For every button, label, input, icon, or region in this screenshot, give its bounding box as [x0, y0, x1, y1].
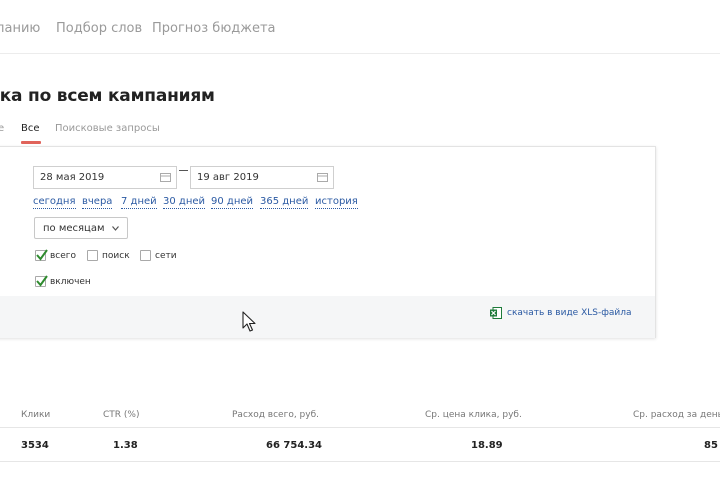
value-clicks: 3534 [21, 440, 49, 451]
period-7-days[interactable]: 7 дней [121, 196, 157, 209]
calendar-icon[interactable] [160, 172, 171, 182]
header-clicks: Клики [21, 410, 51, 420]
checkbox-enabled-label: включен [50, 277, 91, 287]
header-divider [0, 53, 720, 54]
header-total-spend: Расход всего, руб. [232, 410, 320, 420]
value-ctr: 1.38 [113, 440, 138, 451]
date-range-dash [179, 170, 188, 171]
value-avg-cpc: 18.89 [471, 440, 503, 451]
calendar-icon[interactable] [317, 172, 328, 182]
value-avg-daily-spend: 85 [704, 440, 718, 451]
mouse-pointer-icon [242, 311, 256, 332]
nav-item-word-selection[interactable]: Подбор слов [56, 21, 142, 36]
date-to-input[interactable]: 19 авг 2019 [190, 166, 334, 189]
checkbox-total[interactable] [35, 249, 48, 261]
period-365-days[interactable]: 365 дней [260, 196, 309, 209]
header-ctr: CTR (%) [103, 410, 140, 420]
grouping-value: по месяцам [43, 223, 105, 234]
date-from-input[interactable]: 28 мая 2019 [33, 166, 177, 189]
period-90-days[interactable]: 90 дней [211, 196, 254, 209]
date-from-value: 28 мая 2019 [40, 172, 105, 183]
checkbox-search[interactable] [87, 250, 98, 261]
tab-search-queries[interactable]: Поисковые запросы [55, 123, 160, 134]
value-total-spend: 66 754.34 [266, 440, 322, 451]
period-30-days[interactable]: 30 дней [163, 196, 206, 209]
tab-partial[interactable]: е [0, 123, 4, 134]
table-header-divider [0, 427, 720, 428]
tab-all[interactable]: Все [21, 123, 40, 134]
checkbox-networks-label: сети [155, 251, 177, 261]
checkbox-networks[interactable] [140, 250, 151, 261]
grouping-select[interactable]: по месяцам [34, 217, 128, 239]
table-row-divider [0, 461, 720, 462]
checkmark-icon [36, 249, 48, 261]
checkmark-icon [36, 275, 48, 287]
nav-item-campaign[interactable]: панию [0, 21, 40, 36]
active-tab-indicator [21, 141, 41, 144]
excel-file-icon [490, 307, 502, 319]
header-avg-daily-spend: Ср. расход за день, [633, 410, 720, 420]
chevron-down-icon [112, 226, 119, 231]
checkbox-enabled[interactable] [35, 275, 48, 287]
checkbox-search-label: поиск [102, 251, 130, 261]
date-to-value: 19 авг 2019 [197, 172, 259, 183]
checkbox-total-label: всего [50, 251, 77, 261]
period-today[interactable]: сегодня [33, 196, 76, 209]
download-xls-label: скачать в виде XLS-файла [507, 308, 632, 318]
page-title: ика по всем кампаниям [0, 86, 215, 106]
nav-item-budget-forecast[interactable]: Прогноз бюджета [152, 21, 276, 36]
period-history[interactable]: история [315, 196, 358, 209]
period-yesterday[interactable]: вчера [82, 196, 113, 209]
header-avg-cpc: Ср. цена клика, руб. [425, 410, 522, 420]
